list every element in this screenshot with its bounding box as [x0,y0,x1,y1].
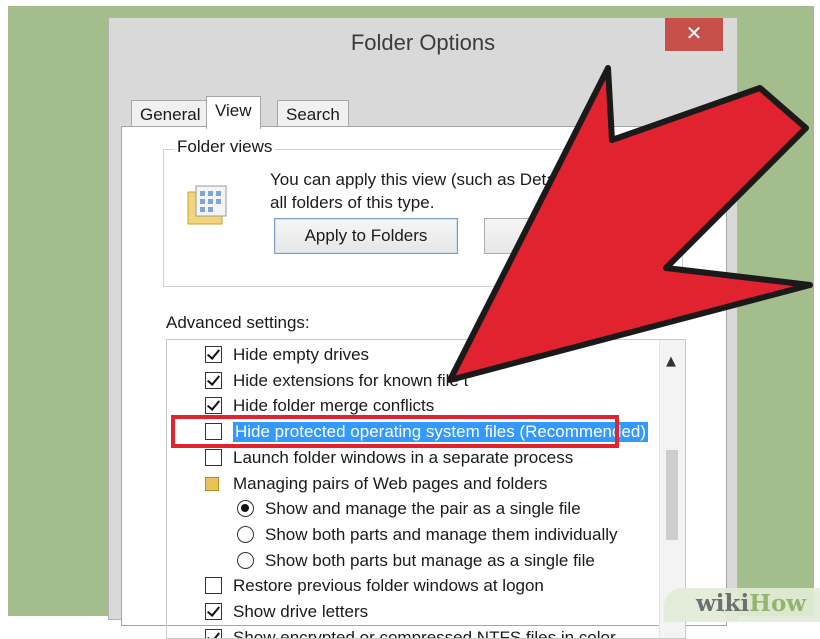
description-line-1: You can apply this view (such as Deta [270,170,556,189]
setting-checkbox[interactable] [205,628,222,638]
setting-label: Hide empty drives [233,345,370,364]
setting-label: Show both parts and manage them individu… [265,524,618,544]
tab-general[interactable]: General [131,100,210,128]
watermark-text: wikiHow [696,590,806,617]
setting-label: Managing pairs of Web pages and folders [233,473,548,493]
setting-checkbox[interactable] [205,448,222,466]
window-title: Folder Options [350,30,496,55]
folder-options-window: Folder Options ✕ General View Search Fol… [108,17,738,639]
setting-checkbox[interactable] [205,397,222,415]
title-bar: Folder Options ✕ [109,18,737,68]
reset-folders-button[interactable]: R [484,218,594,254]
setting-label: Show both parts but manage as a single f… [265,550,595,570]
tab-search[interactable]: Search [277,100,349,128]
setting-label: Hide folder merge conflicts [233,396,435,416]
advanced-setting-row[interactable]: Show encrypted or compressed NTFS files … [167,626,661,639]
advanced-setting-row[interactable]: Restore previous folder windows at logon [167,574,661,599]
wikihow-watermark: wikiHow [664,588,820,622]
watermark-wiki: wiki [696,590,750,617]
view-tab-panel: Folder views You can apply this view (su… [121,126,727,639]
advanced-setting-row[interactable]: Launch folder windows in a separate proc… [167,446,661,471]
folder-views-label: Folder views [174,137,276,157]
advanced-settings-list[interactable]: Hide empty drives Hide extensions for kno… [166,339,686,639]
folder-views-description: You can apply this view (such as Deta al… [270,168,690,214]
apply-to-folders-button[interactable]: Apply to Folders [274,218,458,254]
setting-radio[interactable] [237,500,254,518]
advanced-setting-row[interactable]: Hide empty drives [167,343,661,368]
setting-label: Restore previous folder windows at logon [233,576,544,596]
folder-icon [205,476,219,491]
setting-radio[interactable] [237,551,254,569]
scroll-up-icon[interactable]: ▲ [666,354,676,369]
watermark-how: How [749,590,807,617]
advanced-setting-row[interactable]: Show both parts but manage as a single f… [167,549,661,574]
scroll-thumb[interactable] [666,450,678,540]
setting-label: Show and manage the pair as a single fil… [265,499,581,519]
folder-views-icon [187,185,227,225]
setting-label: Show drive letters [233,602,369,621]
setting-checkbox[interactable] [205,577,222,595]
setting-checkbox[interactable] [205,603,222,620]
setting-label: Show encrypted or compressed NTFS files … [233,627,616,639]
advanced-settings-label: Advanced settings: [166,313,310,332]
advanced-setting-row[interactable]: Show drive letters [167,600,661,625]
folder-views-group: Folder views You can apply this view (su… [163,137,683,287]
setting-label: Launch folder windows in a separate proc… [233,447,574,467]
close-button[interactable]: ✕ [665,18,723,51]
advanced-setting-row[interactable]: Show both parts and manage them individu… [167,523,661,548]
advanced-setting-row[interactable]: Hide extensions for known file t [167,369,661,394]
setting-radio[interactable] [237,525,254,543]
selected-item-highlight-box [171,415,619,448]
setting-checkbox[interactable] [205,346,222,363]
tab-view[interactable]: View [206,96,261,129]
advanced-setting-row[interactable]: Show and manage the pair as a single fil… [167,497,661,522]
advanced-setting-row[interactable]: Managing pairs of Web pages and folders [167,472,661,497]
setting-label: Hide extensions for known file t [233,370,469,390]
description-line-2: all folders of this type. [270,193,435,212]
setting-checkbox[interactable] [205,371,222,389]
